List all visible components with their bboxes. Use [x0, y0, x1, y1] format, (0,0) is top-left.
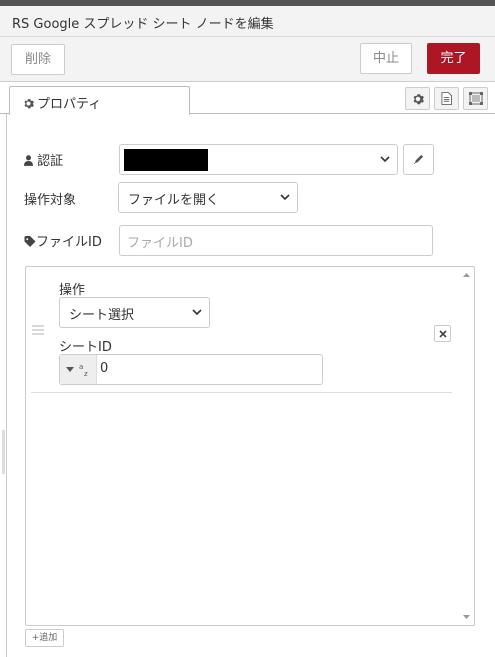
edit-auth-button[interactable] [403, 144, 434, 175]
tab-properties[interactable]: プロパティ [9, 86, 190, 115]
tab-description[interactable] [434, 87, 459, 110]
tab-settings[interactable] [405, 87, 430, 110]
chevron-down-icon [380, 156, 390, 163]
file-id-placeholder: ファイルID [127, 236, 193, 251]
cancel-button[interactable]: 中止 [360, 43, 412, 74]
operation-target-value: ファイルを開く [128, 193, 220, 208]
tab-properties-label: プロパティ [37, 97, 102, 112]
auth-select[interactable] [119, 144, 398, 175]
redacted-credential [124, 149, 208, 171]
auth-label-row: 認証 [24, 150, 63, 169]
editor-toolbar: 削除 中止 完了 [0, 37, 495, 82]
drag-handle-icon[interactable] [32, 325, 44, 335]
pencil-icon [413, 154, 424, 165]
resize-handle[interactable] [2, 430, 5, 474]
scroll-down-icon[interactable] [462, 612, 471, 621]
auth-label: 認証 [37, 154, 64, 169]
row-divider [31, 392, 452, 393]
operation-target-select[interactable]: ファイルを開く [118, 182, 298, 213]
sheet-id-value[interactable]: 0 [100, 361, 108, 376]
close-icon [438, 329, 447, 338]
tab-properties-label-wrap: プロパティ [23, 93, 101, 112]
tag-icon [24, 236, 36, 247]
caret-down-icon [66, 366, 74, 372]
operation-target-label: 操作対象 [24, 193, 77, 208]
appearance-icon [468, 92, 483, 105]
editor-title: RS Google スプレッド シート ノードを編集 [12, 17, 274, 32]
panel-left-border [6, 114, 7, 657]
gear-icon [413, 93, 424, 104]
gear-icon [24, 99, 34, 109]
file-id-label-row: ファイルID [24, 231, 102, 250]
sheet-id-type-selector[interactable]: a z [60, 355, 97, 384]
chevron-down-icon [192, 309, 202, 316]
chevron-down-icon [280, 194, 290, 201]
svg-text:z: z [84, 370, 88, 377]
editor-tabs: プロパティ [0, 83, 495, 115]
done-button[interactable]: 完了 [427, 43, 480, 74]
tab-appearance[interactable] [463, 87, 488, 110]
editor-title-bar: RS Google スプレッド シート ノードを編集 [0, 6, 495, 37]
description-icon [441, 92, 452, 105]
file-id-input[interactable]: ファイルID [119, 225, 433, 256]
sheet-id-typed-input[interactable]: a z 0 [59, 354, 323, 385]
operation-label: 操作 [59, 283, 86, 298]
string-type-icon: a z [79, 363, 88, 377]
delete-button[interactable]: 削除 [11, 44, 65, 75]
svg-text:a: a [79, 363, 83, 371]
operations-list[interactable]: 操作 シート選択 シートID a z 0 [25, 266, 475, 626]
user-icon [24, 155, 33, 166]
operation-value: シート選択 [69, 308, 135, 323]
add-row-button[interactable]: +追加 [25, 629, 64, 647]
scroll-up-icon[interactable] [462, 271, 471, 280]
file-id-label: ファイルID [36, 235, 102, 250]
remove-row-button[interactable] [434, 325, 451, 342]
sheet-id-label: シートID [59, 340, 112, 355]
operation-select[interactable]: シート選択 [59, 297, 210, 328]
